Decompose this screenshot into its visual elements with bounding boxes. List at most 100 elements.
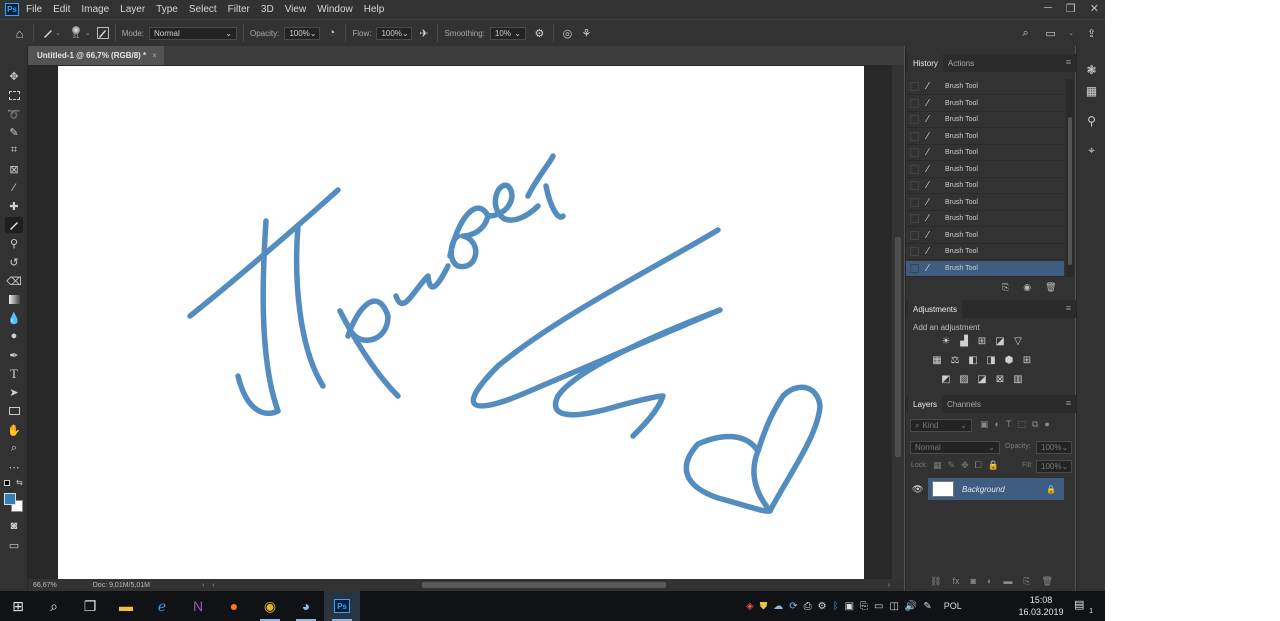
dodge-tool-icon[interactable]: ● xyxy=(5,328,23,344)
history-item[interactable]: ⁄ Brush Tool xyxy=(906,96,1064,112)
pixel-filter-icon[interactable]: ▣ xyxy=(980,419,989,430)
smart-object-filter-icon[interactable]: ⧉ xyxy=(1032,419,1038,430)
mode-select[interactable]: Normal ⌄ xyxy=(148,26,237,40)
close-icon[interactable]: ✕ xyxy=(1090,2,1099,15)
link-icon[interactable]: ⛓ xyxy=(930,576,941,587)
history-snapshot-checkbox[interactable] xyxy=(910,164,919,174)
tab-actions[interactable]: Actions xyxy=(943,59,979,72)
hue-saturation-icon[interactable]: ⚖ xyxy=(948,353,962,367)
tab-adjustments[interactable]: Adjustments xyxy=(908,300,963,318)
tray-photo-icon[interactable]: ▣ xyxy=(845,601,854,612)
threshold-icon[interactable]: ◪ xyxy=(975,372,989,386)
flow-field[interactable]: 100% ⌄ xyxy=(376,26,413,40)
zoom-tool-icon[interactable]: ⌕ xyxy=(5,440,23,456)
chevron-right-icon[interactable]: › xyxy=(888,582,890,589)
symmetry-icon[interactable]: ⚘ xyxy=(579,26,594,41)
history-item[interactable]: ⁄ Brush Tool xyxy=(906,112,1064,128)
quick-mask-icon[interactable]: ◙ xyxy=(5,518,23,534)
chevron-left-icon[interactable]: ‹ xyxy=(212,582,214,589)
tray-sync-icon[interactable]: ⟳ xyxy=(789,601,797,612)
chrome-icon[interactable]: ◉ xyxy=(252,591,288,621)
history-snapshot-checkbox[interactable] xyxy=(910,197,919,207)
frame-tool-icon[interactable]: ⊠ xyxy=(5,161,23,177)
quick-selection-tool-icon[interactable]: ✎ xyxy=(5,124,23,140)
menu-edit[interactable]: Edit xyxy=(53,4,70,15)
fill-field[interactable]: 100% ⌄ xyxy=(1036,460,1072,473)
history-item[interactable]: ⁄ Brush Tool xyxy=(906,244,1064,260)
tray-printer-icon[interactable]: ⎙ xyxy=(804,601,812,612)
clock[interactable]: 15:08 16.03.2019 xyxy=(1016,594,1066,618)
new-document-from-state-icon[interactable]: ⎘ xyxy=(1002,282,1009,293)
network-icon[interactable]: ◫ xyxy=(889,601,898,612)
pen-tool-icon[interactable]: ✒ xyxy=(5,347,23,363)
history-item[interactable]: ⁄ Brush Tool xyxy=(906,195,1064,211)
canvas-workspace[interactable] xyxy=(28,65,892,580)
invert-icon[interactable]: ◩ xyxy=(939,372,953,386)
history-snapshot-checkbox[interactable] xyxy=(910,115,919,124)
type-tool-icon[interactable]: T xyxy=(5,366,23,382)
gear-icon[interactable]: ⚙ xyxy=(532,26,547,41)
menu-layer[interactable]: Layer xyxy=(120,4,145,15)
zoom-level[interactable]: 66,67% xyxy=(33,582,57,589)
task-view-icon[interactable]: ❐ xyxy=(72,591,108,621)
more-tools-icon[interactable]: ⋯ xyxy=(5,459,23,475)
layer-filter-kind[interactable]: ⌕ Kind ⌄ xyxy=(910,419,972,432)
firefox-icon[interactable]: ● xyxy=(216,591,252,621)
black-white-icon[interactable]: ◨ xyxy=(984,353,998,367)
messenger-icon[interactable]: ◕ xyxy=(288,591,324,621)
levels-icon[interactable]: ▟ xyxy=(957,334,971,348)
airbrush-icon[interactable]: ✈ xyxy=(416,26,431,41)
tab-layers[interactable]: Layers xyxy=(908,395,943,413)
share-icon[interactable]: ⇪ xyxy=(1084,26,1099,41)
tray-shield-icon[interactable]: ⛊ xyxy=(760,601,768,612)
chevron-down-icon[interactable]: ⌄ xyxy=(55,29,61,37)
type-filter-icon[interactable]: T xyxy=(1006,419,1012,430)
history-snapshot-checkbox[interactable] xyxy=(910,214,919,223)
tray-app-icon[interactable]: ◈ xyxy=(746,601,754,612)
shape-filter-icon[interactable]: ⬚ xyxy=(1017,419,1026,430)
lightbulb-icon[interactable]: ⚲ xyxy=(1084,113,1099,128)
menu-window[interactable]: Window xyxy=(317,4,353,15)
history-snapshot-checkbox[interactable] xyxy=(910,148,919,157)
history-snapshot-checkbox[interactable] xyxy=(910,181,919,190)
photoshop-taskbar-icon[interactable]: Ps xyxy=(324,591,360,621)
path-selection-tool-icon[interactable]: ➤ xyxy=(5,384,23,400)
blur-tool-icon[interactable]: 💧 xyxy=(5,310,23,326)
layer-opacity-field[interactable]: 100% ⌄ xyxy=(1036,441,1072,454)
vertical-scrollbar[interactable] xyxy=(892,65,904,579)
volume-icon[interactable]: 🔊 xyxy=(905,601,917,612)
channel-mixer-icon[interactable]: ⊞ xyxy=(1020,353,1034,367)
mask-icon[interactable]: ◙ xyxy=(970,576,975,587)
grid-icon[interactable]: ▦ xyxy=(1084,83,1099,98)
healing-brush-tool-icon[interactable]: ✚ xyxy=(5,198,23,214)
lock-transparent-icon[interactable]: ▦ xyxy=(933,460,942,471)
close-tab-icon[interactable]: × xyxy=(152,51,157,60)
history-snapshot-checkbox[interactable] xyxy=(910,131,919,141)
scrollbar-thumb[interactable] xyxy=(1068,117,1072,265)
history-item[interactable]: ⁄ Brush Tool xyxy=(906,79,1064,95)
swap-colors-icon[interactable]: ⇆ xyxy=(16,478,23,487)
history-item[interactable]: ⁄ Brush Tool xyxy=(906,129,1064,145)
history-snapshot-checkbox[interactable] xyxy=(910,247,919,256)
panel-menu-icon[interactable]: ≡ xyxy=(1066,399,1071,408)
menu-file[interactable]: File xyxy=(26,4,42,15)
brush-presets-icon[interactable]: ❃ xyxy=(1084,62,1099,77)
marquee-tool-icon[interactable] xyxy=(5,87,23,103)
menu-3d[interactable]: 3D xyxy=(261,4,274,15)
history-brush-tool-icon[interactable]: ↺ xyxy=(5,254,23,270)
history-item[interactable]: ⁄ Brush Tool xyxy=(906,260,1064,277)
home-icon[interactable]: ⌂ xyxy=(12,26,27,41)
history-snapshot-checkbox[interactable] xyxy=(910,263,919,273)
pen-icon[interactable]: ✎ xyxy=(923,601,931,612)
trash-icon[interactable]: 🗑 xyxy=(1045,282,1056,293)
bluetooth-icon[interactable]: ᛒ xyxy=(833,601,839,612)
eye-icon[interactable]: 👁 xyxy=(912,484,923,495)
foreground-color-swatch[interactable] xyxy=(4,493,16,505)
history-snapshot-checkbox[interactable] xyxy=(910,98,919,108)
filter-toggle-icon[interactable]: ● xyxy=(1044,419,1049,430)
lasso-tool-icon[interactable]: ➰ xyxy=(5,106,23,122)
selective-color-icon[interactable]: ⊠ xyxy=(993,372,1007,386)
pressure-opacity-icon[interactable]: ◔ xyxy=(324,26,339,41)
brush-preset-picker[interactable]: 31 xyxy=(69,26,83,40)
posterize-icon[interactable]: ▨ xyxy=(957,372,971,386)
